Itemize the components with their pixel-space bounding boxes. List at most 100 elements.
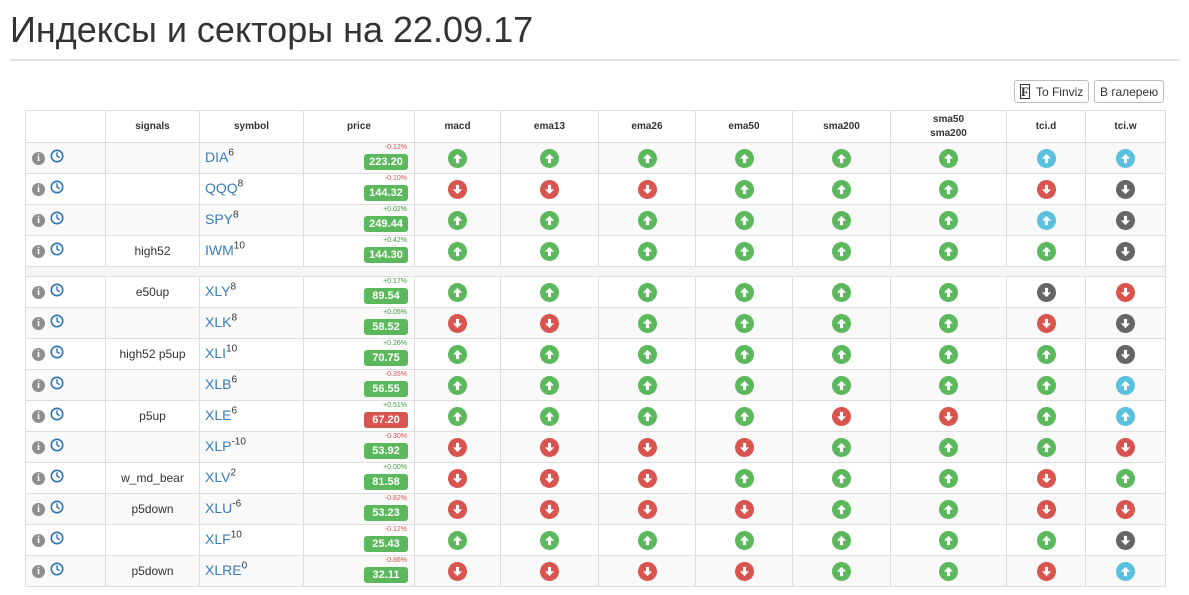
price-badge: 67.20 <box>364 412 408 428</box>
arrow-down-circle-icon <box>1036 499 1056 519</box>
arrow-down-circle-icon <box>637 468 657 488</box>
symbol-superscript: 10 <box>233 240 245 252</box>
arrow-up-circle-icon <box>734 344 754 364</box>
table-row: i p5down XLU-6 -0.82% 53.23 <box>25 493 1166 525</box>
info-icon[interactable]: i <box>32 182 45 196</box>
symbol-link[interactable]: QQQ <box>205 180 238 196</box>
info-icon[interactable]: i <box>32 564 45 578</box>
signals-cell <box>105 173 200 205</box>
arrow-up-circle-icon <box>540 530 559 550</box>
symbol-link[interactable]: XLK <box>205 314 231 330</box>
info-icon[interactable]: i <box>32 347 45 361</box>
arrow-down-circle-icon <box>448 313 467 333</box>
symbol-link[interactable]: XLP <box>205 438 231 454</box>
clock-icon[interactable] <box>50 500 64 519</box>
indicator-tci-d <box>1006 173 1086 205</box>
arrow-up-circle-icon <box>1116 468 1135 488</box>
info-icon[interactable]: i <box>32 533 45 547</box>
arrow-up-circle-icon <box>637 241 657 261</box>
clock-icon[interactable] <box>50 562 64 581</box>
arrow-up-circle-icon <box>448 241 467 261</box>
arrow-up-circle-icon <box>832 437 851 457</box>
info-icon[interactable]: i <box>32 316 45 330</box>
symbol-link[interactable]: SPY <box>205 211 233 227</box>
group-separator-row <box>25 266 1166 277</box>
arrow-up-circle-icon <box>637 148 657 168</box>
arrow-up-circle-icon <box>939 282 958 302</box>
symbol-link[interactable]: XLI <box>205 345 226 361</box>
price-badge: 53.92 <box>364 443 408 459</box>
info-icon[interactable]: i <box>32 409 45 423</box>
clock-icon[interactable] <box>50 407 64 426</box>
symbol-link[interactable]: XLU <box>205 500 232 516</box>
arrow-up-circle-icon <box>1036 210 1056 230</box>
indicator-ema26 <box>598 235 696 267</box>
arrow-down-circle-icon <box>540 313 559 333</box>
clock-icon[interactable] <box>50 283 64 302</box>
symbol-link[interactable]: XLY <box>205 283 230 299</box>
table-row: i e50up XLY8 +0.17% 89.54 <box>25 276 1166 308</box>
symbol-link[interactable]: IWM <box>205 242 234 258</box>
to-finviz-button[interactable]: F To Finviz <box>1014 80 1089 103</box>
indicator-tci-w <box>1085 307 1166 339</box>
clock-icon[interactable] <box>50 149 64 168</box>
row-actions: i <box>25 369 106 401</box>
indicator-ema26 <box>598 142 696 174</box>
symbol-superscript: 6 <box>228 147 234 159</box>
header-signals: signals <box>105 110 200 143</box>
symbol-link[interactable]: XLB <box>205 376 231 392</box>
info-icon[interactable]: i <box>32 213 45 227</box>
arrow-down-circle-icon <box>637 437 657 457</box>
arrow-up-circle-icon <box>939 148 958 168</box>
info-icon[interactable]: i <box>32 244 45 258</box>
arrow-down-circle-icon <box>637 561 657 581</box>
clock-icon[interactable] <box>50 345 64 364</box>
info-icon[interactable]: i <box>32 151 45 165</box>
symbol-link[interactable]: DIA <box>205 149 228 165</box>
info-icon[interactable]: i <box>32 471 45 485</box>
indicator-macd <box>414 369 501 401</box>
arrow-up-circle-icon <box>832 313 851 333</box>
price-change: +0.05% <box>383 309 407 316</box>
symbol-cell: XLI10 <box>199 338 304 370</box>
indicator-sma50-sma200 <box>890 493 1007 525</box>
clock-icon[interactable] <box>50 180 64 199</box>
info-icon[interactable]: i <box>32 378 45 392</box>
row-actions: i <box>25 400 106 432</box>
price-change: +0.42% <box>383 237 407 244</box>
info-icon[interactable]: i <box>32 502 45 516</box>
clock-icon[interactable] <box>50 211 64 230</box>
arrow-down-circle-icon <box>1116 241 1135 261</box>
symbol-link[interactable]: XLE <box>205 407 231 423</box>
price-cell: +0.02% 249.44 <box>303 204 415 236</box>
info-icon[interactable]: i <box>32 285 45 299</box>
indicator-tci-d <box>1006 400 1086 432</box>
indicator-sma50-sma200 <box>890 307 1007 339</box>
clock-icon[interactable] <box>50 469 64 488</box>
clock-icon[interactable] <box>50 242 64 261</box>
symbol-link[interactable]: XLV <box>205 469 230 485</box>
indicator-ema26 <box>598 555 696 587</box>
clock-icon[interactable] <box>50 314 64 333</box>
indicator-ema13 <box>500 524 599 556</box>
indicator-ema13 <box>500 338 599 370</box>
indicator-sma200 <box>792 204 891 236</box>
indicator-ema50 <box>695 493 793 525</box>
to-gallery-button[interactable]: В галерею <box>1094 80 1164 103</box>
indicator-tci-w <box>1085 555 1166 587</box>
clock-icon[interactable] <box>50 438 64 457</box>
info-icon[interactable]: i <box>32 440 45 454</box>
table-row: i QQQ8 -0.10% 144.32 <box>25 173 1166 205</box>
clock-icon[interactable] <box>50 531 64 550</box>
price-badge: 25.43 <box>364 536 408 552</box>
symbol-link[interactable]: XLF <box>205 531 231 547</box>
symbol-link[interactable]: XLRE <box>205 562 242 578</box>
signals-cell <box>105 369 200 401</box>
clock-icon[interactable] <box>50 376 64 395</box>
indicator-tci-w <box>1085 173 1166 205</box>
indicator-ema26 <box>598 400 696 432</box>
arrow-up-circle-icon <box>637 344 657 364</box>
arrow-up-circle-icon <box>540 282 559 302</box>
indices-table: signals symbol price macd ema13 ema26 em… <box>25 110 1166 587</box>
arrow-down-circle-icon <box>540 179 559 199</box>
